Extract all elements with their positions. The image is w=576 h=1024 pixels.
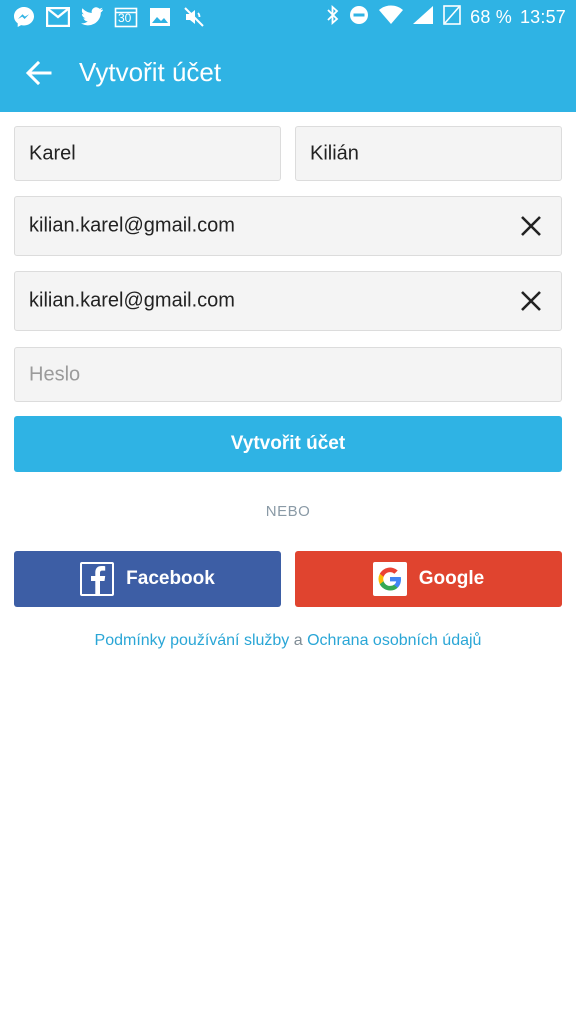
notification-icons: 30 [12, 5, 206, 29]
terms-of-service-link[interactable]: Podmínky používání služby [95, 632, 290, 649]
status-bar: 30 68 % 13:57 [0, 0, 576, 34]
create-account-label: Vytvořit účet [230, 433, 346, 454]
email-confirm-field[interactable]: kilian.karel@gmail.com [14, 271, 562, 331]
facebook-icon [80, 562, 115, 596]
calendar-icon: 30 [114, 5, 138, 29]
google-label: Google [418, 568, 485, 589]
clear-email-button[interactable] [517, 212, 545, 240]
do-not-disturb-icon [348, 4, 370, 31]
facebook-label: Facebook [126, 568, 215, 589]
terms-line: Podmínky používání služby a Ochrana osob… [0, 632, 576, 650]
gmail-icon [46, 5, 70, 29]
last-name-field[interactable]: Kilián [295, 126, 562, 181]
twitter-icon [80, 5, 104, 29]
clear-email-confirm-button[interactable] [517, 287, 545, 315]
facebook-button[interactable]: Facebook [14, 551, 281, 607]
password-placeholder: Heslo [29, 363, 81, 385]
email-field[interactable]: kilian.karel@gmail.com [14, 196, 562, 256]
first-name-field[interactable]: Karel [14, 126, 281, 181]
google-button[interactable]: Google [295, 551, 562, 607]
last-name-value: Kilián [310, 142, 359, 164]
battery-icon [442, 4, 462, 31]
close-icon [521, 216, 541, 236]
bluetooth-icon [326, 4, 340, 31]
google-icon [372, 562, 407, 596]
password-field[interactable]: Heslo [14, 347, 562, 402]
or-divider: NEBO [265, 503, 311, 520]
email-value: kilian.karel@gmail.com [29, 214, 235, 237]
app-bar: Vytvořit účet [0, 34, 576, 112]
email-confirm-value: kilian.karel@gmail.com [29, 289, 235, 312]
calendar-day: 30 [118, 11, 132, 25]
privacy-policy-link[interactable]: Ochrana osobních údajů [307, 632, 481, 649]
clock: 13:57 [519, 7, 566, 27]
signal-icon [412, 5, 434, 30]
battery-percentage: 68 % [470, 7, 512, 27]
close-icon [521, 291, 541, 311]
first-name-value: Karel [29, 142, 76, 164]
back-button[interactable] [22, 56, 56, 90]
arrow-left-icon [25, 60, 52, 86]
messenger-icon [12, 5, 36, 29]
gallery-icon [148, 5, 172, 29]
create-account-button[interactable]: Vytvořit účet [14, 416, 562, 472]
wifi-icon [378, 5, 404, 30]
terms-conjunction: a [293, 632, 303, 649]
mute-icon [182, 5, 206, 29]
system-icons: 68 % 13:57 [326, 4, 566, 31]
page-title: Vytvořit účet [79, 57, 222, 87]
